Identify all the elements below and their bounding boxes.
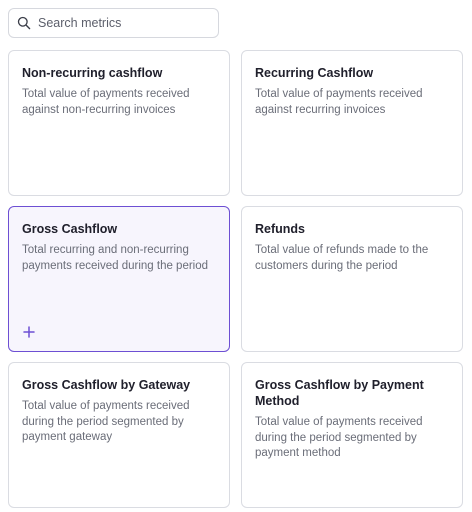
metric-card-title: Gross Cashflow by Gateway bbox=[22, 378, 191, 392]
metric-card-title: Gross Cashflow bbox=[22, 222, 118, 236]
search-input[interactable] bbox=[38, 12, 208, 34]
metric-card-refunds[interactable]: Refunds Total value of refunds made to t… bbox=[241, 206, 463, 352]
search-box[interactable] bbox=[8, 8, 219, 38]
metric-card-non-recurring-cashflow[interactable]: Non-recurring cashflow Total value of pa… bbox=[8, 50, 230, 196]
metric-card-description: Total recurring and non-recurring paymen… bbox=[22, 244, 209, 272]
metric-card-title: Gross Cashflow by Payment Method bbox=[255, 378, 424, 408]
metric-card-description: Total value of payments received during … bbox=[255, 416, 423, 459]
metric-card-title: Refunds bbox=[255, 222, 305, 236]
metric-card-title: Non-recurring cashflow bbox=[22, 66, 163, 80]
metric-card-title: Recurring Cashflow bbox=[255, 66, 374, 80]
metric-card-description: Total value of payments received against… bbox=[22, 88, 190, 116]
metric-card-gross-cashflow-by-payment-method[interactable]: Gross Cashflow by Payment Method Total v… bbox=[241, 362, 463, 508]
metric-card-gross-cashflow-by-gateway[interactable]: Gross Cashflow by Gateway Total value of… bbox=[8, 362, 230, 508]
metric-card-description: Total value of payments received against… bbox=[255, 88, 423, 116]
metric-card-description: Total value of payments received during … bbox=[22, 400, 190, 443]
metric-card-recurring-cashflow[interactable]: Recurring Cashflow Total value of paymen… bbox=[241, 50, 463, 196]
metric-picker: Non-recurring cashflow Total value of pa… bbox=[0, 0, 472, 512]
search-icon bbox=[17, 16, 31, 30]
metric-card-description: Total value of refunds made to the custo… bbox=[255, 244, 429, 272]
metric-card-gross-cashflow[interactable]: Gross Cashflow Total recurring and non-r… bbox=[8, 206, 230, 352]
plus-icon[interactable] bbox=[22, 325, 36, 339]
